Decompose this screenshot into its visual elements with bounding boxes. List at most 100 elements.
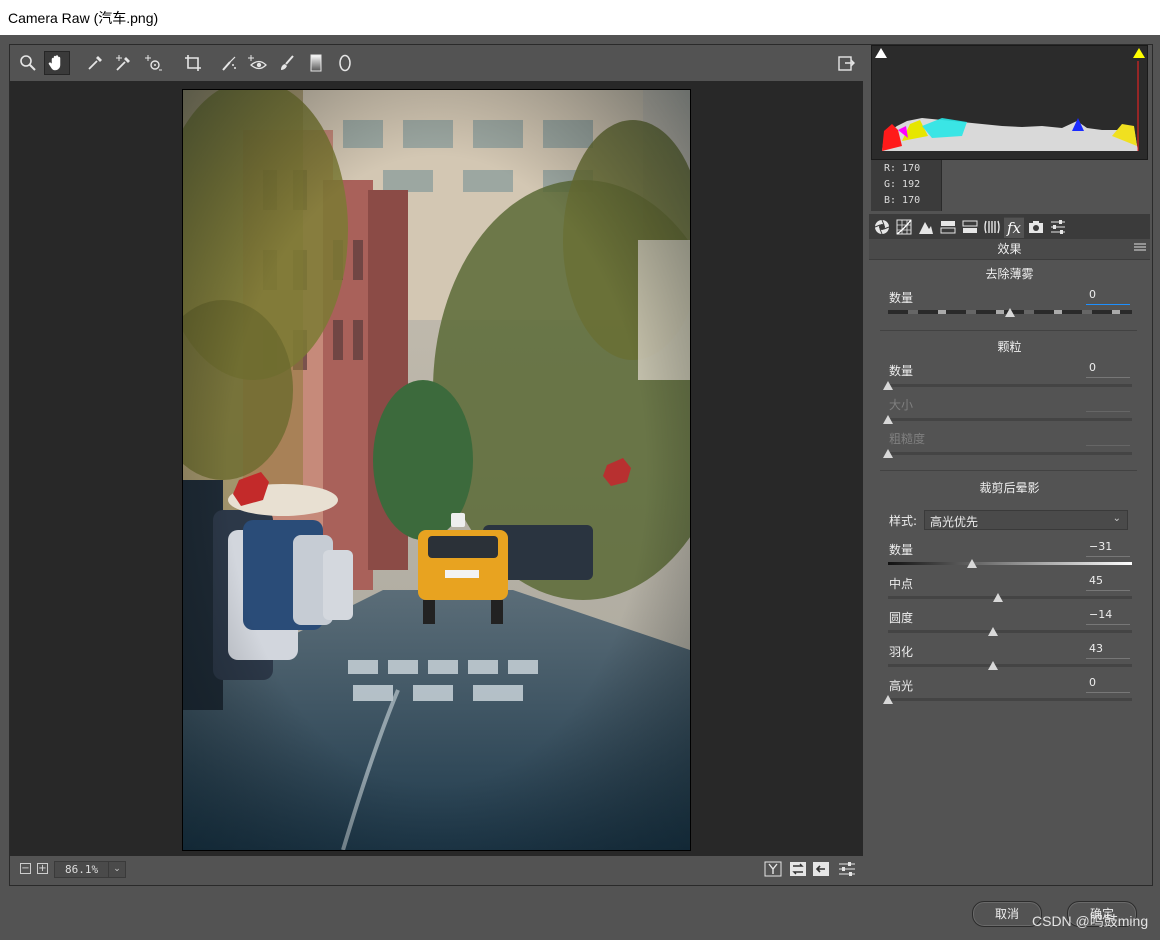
eyedropper-plus-icon (116, 55, 130, 71)
vignette-slider-thumb[interactable] (967, 559, 978, 568)
split-tone-icon (962, 220, 978, 233)
adjustment-panel: R: 170 G: 192 B: 170 fx 效果 去除薄雾 数量 0 颗粒 … (869, 45, 1150, 883)
divider (880, 470, 1137, 471)
target-adjust-icon (145, 55, 162, 71)
tab-basic[interactable] (872, 217, 892, 237)
grain-size-label: 大小 (889, 398, 914, 412)
vignette-style-value: 高光优先 (930, 515, 979, 529)
dehaze-amount-thumb[interactable] (1005, 308, 1015, 317)
grain-amount-label: 数量 (889, 364, 914, 378)
grain-roughness-slider (888, 452, 1132, 455)
zoom-out-button[interactable]: − (20, 863, 31, 874)
sliders-icon (1051, 220, 1065, 234)
zoom-level-select[interactable]: 86.1% ⌄ (54, 861, 126, 878)
eyedropper-icon (88, 56, 102, 70)
tool-bar (10, 45, 863, 81)
mountains-icon (919, 222, 933, 234)
vignette-slider-field[interactable]: 45 (1086, 574, 1130, 591)
b-value: B: 170 (884, 195, 921, 206)
export-icon (838, 56, 855, 71)
image-preview[interactable] (10, 81, 863, 856)
sliders-icon (839, 862, 855, 876)
vignette-slider-label: 圆度 (889, 611, 914, 625)
crop-icon (185, 55, 201, 71)
magnifier-icon (20, 55, 36, 71)
radial-filter-tool[interactable] (332, 51, 358, 75)
panel-tabs: fx (869, 214, 1150, 239)
spot-removal-tool[interactable] (216, 51, 242, 75)
grain-amount-slider[interactable] (888, 384, 1132, 387)
preview-area: − + 86.1% ⌄ (10, 45, 863, 883)
vignette-slider-field[interactable]: 43 (1086, 642, 1130, 659)
vignette-slider-thumb[interactable] (987, 627, 998, 636)
tab-tone-curve[interactable] (894, 217, 914, 237)
grain-amount-thumb[interactable] (883, 381, 893, 390)
brush-spot-icon (222, 56, 236, 71)
view-settings-button[interactable] (837, 860, 857, 878)
vignette-slider-field[interactable]: −31 (1086, 540, 1130, 557)
swap-settings-button[interactable] (788, 860, 808, 878)
vignette-slider-label: 中点 (889, 577, 914, 591)
zoom-in-button[interactable]: + (37, 863, 48, 874)
vignette-slider-track[interactable] (888, 596, 1132, 599)
yy-view-icon (764, 861, 782, 877)
chevron-down-icon: ⌄ (1112, 513, 1121, 524)
hand-icon (48, 55, 61, 71)
grain-size-field (1086, 395, 1130, 412)
tab-hsl[interactable] (938, 217, 958, 237)
before-after-view-button[interactable] (763, 860, 783, 878)
adjustment-brush-tool[interactable] (274, 51, 300, 75)
hand-tool[interactable] (44, 51, 70, 75)
brush-icon (281, 55, 294, 70)
street-photo (183, 90, 690, 850)
grain-size-slider (888, 418, 1132, 421)
zoom-tool[interactable] (15, 51, 41, 75)
tab-effects[interactable]: fx (1004, 217, 1024, 238)
copy-settings-button[interactable] (811, 860, 831, 878)
vignette-slider-thumb[interactable] (987, 661, 998, 670)
vignette-slider-field[interactable]: −14 (1086, 608, 1130, 625)
panel-title-text: 效果 (997, 242, 1022, 256)
targeted-adjustment-tool[interactable] (140, 51, 166, 75)
vignette-slider-thumb[interactable] (883, 695, 893, 704)
tab-split-toning[interactable] (960, 217, 980, 237)
vignette-slider-track[interactable] (888, 698, 1132, 701)
grain-roughness-thumb (883, 449, 893, 458)
tab-detail[interactable] (916, 217, 936, 237)
vignette-style-label: 样式: (889, 514, 918, 528)
eye-plus-icon (248, 55, 267, 70)
tab-lens-corrections[interactable] (982, 217, 1002, 237)
white-balance-tool[interactable] (82, 51, 108, 75)
vignette-section-title: 裁剪后晕影 (979, 481, 1040, 495)
ellipse-icon (339, 54, 351, 72)
tab-camera-calibration[interactable] (1026, 217, 1046, 237)
grain-amount-field[interactable]: 0 (1086, 361, 1130, 378)
lens-icon (984, 220, 1000, 234)
panel-menu-icon[interactable] (1134, 242, 1146, 252)
grain-roughness-label: 粗糙度 (889, 432, 926, 446)
fx-icon: fx (1006, 219, 1021, 237)
vignette-slider-thumb[interactable] (992, 593, 1003, 602)
curve-grid-icon (896, 219, 912, 235)
dehaze-amount-label: 数量 (889, 291, 914, 305)
vignette-slider-field[interactable]: 0 (1086, 676, 1130, 693)
rgb-readout: R: 170 G: 192 B: 170 (871, 160, 942, 211)
tab-presets[interactable] (1048, 217, 1068, 237)
vignette-slider-track[interactable] (888, 664, 1132, 667)
vignette-slider-track[interactable] (888, 630, 1132, 633)
color-sampler-tool[interactable] (111, 51, 137, 75)
zoom-level-value: 86.1% (65, 863, 99, 876)
graduated-filter-tool[interactable] (303, 51, 329, 75)
histogram-graph (875, 48, 1145, 151)
histogram (871, 45, 1148, 160)
straighten-tool[interactable] (180, 51, 206, 75)
open-preferences-button[interactable] (833, 51, 859, 75)
vignette-style-select[interactable]: 高光优先 ⌄ (924, 510, 1128, 530)
title-bar: Camera Raw (汽车.png) (0, 0, 1160, 35)
dehaze-amount-field[interactable]: 0 (1086, 288, 1130, 305)
gradient-icon (310, 54, 322, 72)
photo-canvas[interactable] (182, 89, 691, 851)
r-value: R: 170 (884, 163, 921, 174)
vignette-slider-track[interactable] (888, 562, 1132, 565)
red-eye-tool[interactable] (244, 51, 270, 75)
